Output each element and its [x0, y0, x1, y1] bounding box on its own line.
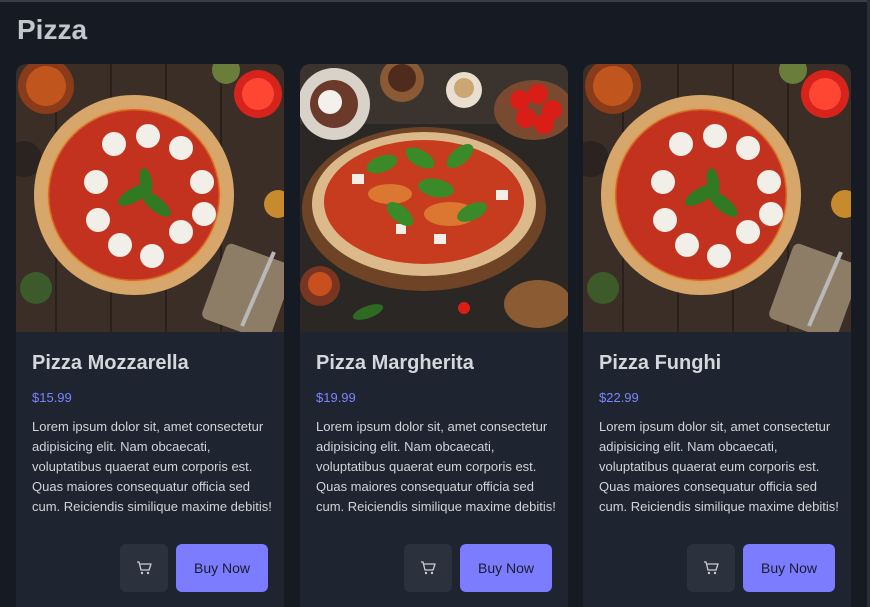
pizza-photo-illustration [583, 64, 851, 332]
product-grid: Pizza Mozzarella $15.99 Lorem ipsum dolo… [16, 64, 852, 607]
product-name: Pizza Mozzarella [32, 352, 189, 374]
buy-now-button[interactable]: Buy Now [460, 544, 552, 592]
add-to-cart-button[interactable] [687, 544, 735, 592]
cart-icon [704, 561, 719, 575]
pizza-photo-illustration [16, 64, 284, 332]
product-price: $19.99 [316, 390, 356, 405]
product-card: Pizza Mozzarella $15.99 Lorem ipsum dolo… [16, 64, 284, 607]
page-title: Pizza [17, 14, 88, 45]
pizza-photo-illustration [300, 64, 568, 332]
pizza-margherita-photo [300, 64, 568, 332]
pizza-mozzarella-photo [16, 64, 284, 332]
cart-icon [421, 561, 436, 575]
buy-now-button[interactable]: Buy Now [176, 544, 268, 592]
product-description: Lorem ipsum dolor sit, amet consectetur … [316, 419, 556, 514]
product-description: Lorem ipsum dolor sit, amet consectetur … [599, 419, 839, 514]
product-price: $22.99 [599, 390, 639, 405]
cart-icon [137, 561, 152, 575]
buy-now-button[interactable]: Buy Now [743, 544, 835, 592]
add-to-cart-button[interactable] [404, 544, 452, 592]
product-name: Pizza Funghi [599, 352, 722, 374]
top-border [0, 0, 870, 2]
pizza-funghi-photo [583, 64, 851, 332]
product-name: Pizza Margherita [316, 352, 474, 374]
product-card: Pizza Margherita $19.99 Lorem ipsum dolo… [300, 64, 568, 607]
product-price: $15.99 [32, 390, 72, 405]
product-card: Pizza Funghi $22.99 Lorem ipsum dolor si… [583, 64, 851, 607]
add-to-cart-button[interactable] [120, 544, 168, 592]
product-description: Lorem ipsum dolor sit, amet consectetur … [32, 419, 272, 514]
